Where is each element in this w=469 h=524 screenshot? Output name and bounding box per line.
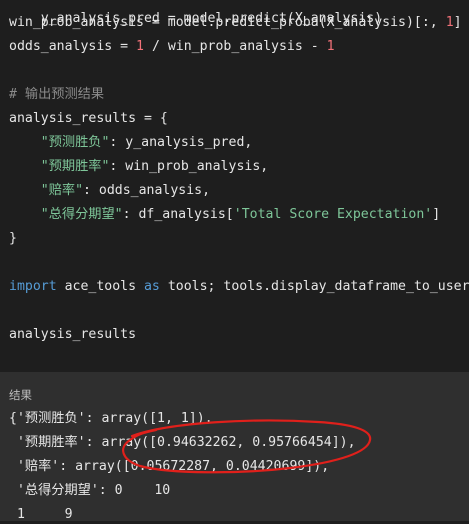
code-line-win-prob: win_prob_analysis = model.predict_proba(…	[9, 15, 462, 30]
code-line-results: analysis_results	[9, 327, 137, 342]
output-line: {'预测胜负': array([1, 1]),	[9, 411, 213, 426]
output-panel[interactable]: 结果 {'预测胜负': array([1, 1]), '预期胜率': array…	[0, 372, 469, 522]
code-line-key-odds: "赔率": odds_analysis,	[40, 183, 211, 198]
code-comment: # 输出预测结果	[9, 87, 105, 102]
code-block[interactable]: y_analysis_pred = model.predict(X_analys…	[0, 0, 469, 372]
output-line: '总得分期望': 0 10	[9, 483, 171, 498]
code-line-results-open: analysis_results = {	[9, 111, 168, 126]
output-line: '预期胜率': array([0.94632262, 0.95766454]),	[9, 435, 356, 450]
code-line-key-prediction: "预测胜负": y_analysis_pred,	[40, 135, 253, 150]
output-line: '赔率': array([0.05672287, 0.04420699]),	[9, 459, 330, 474]
code-line-key-score: "总得分期望": df_analysis['Total Score Expect…	[40, 207, 441, 222]
code-line-odds: odds_analysis = 1 / win_prob_analysis - …	[9, 39, 335, 54]
code-line-key-win-rate: "预期胜率": win_prob_analysis,	[40, 159, 269, 174]
output-label: 结果	[9, 388, 32, 402]
output-line: 1 9	[9, 507, 73, 522]
code-line-import: import ace_tools as tools; tools.display…	[9, 279, 469, 294]
code-line-close: }	[9, 231, 17, 246]
